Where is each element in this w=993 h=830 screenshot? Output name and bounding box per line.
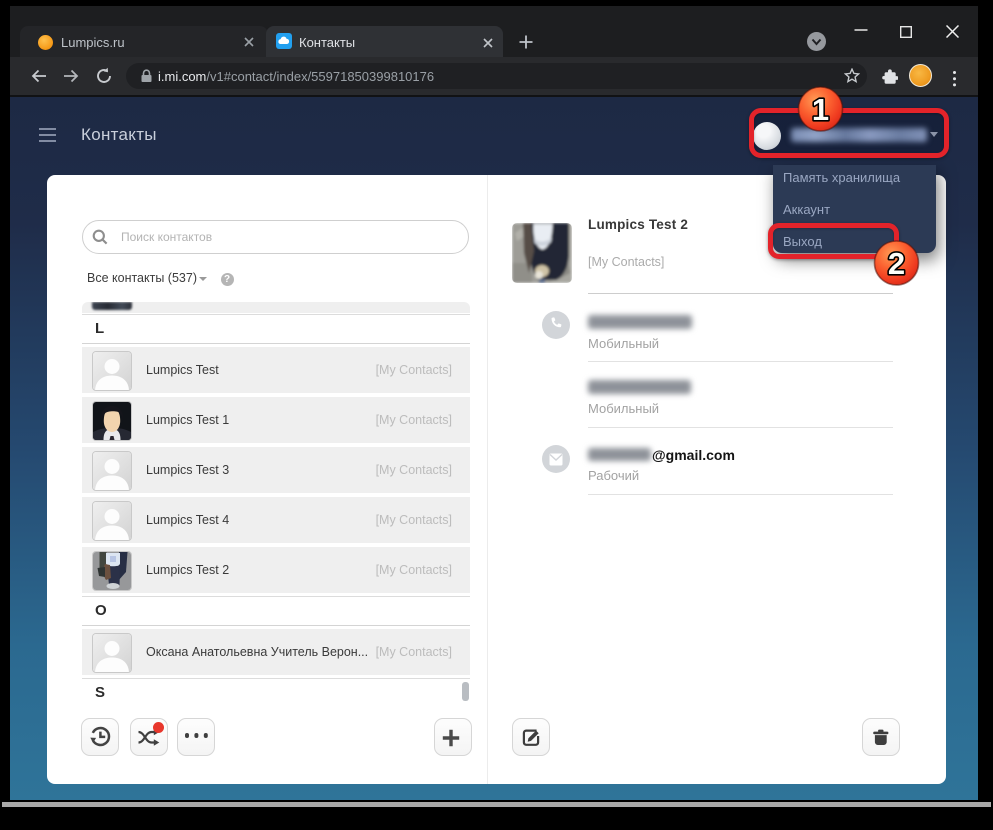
svg-text:1: 1: [812, 92, 829, 127]
svg-text:2: 2: [888, 246, 905, 281]
